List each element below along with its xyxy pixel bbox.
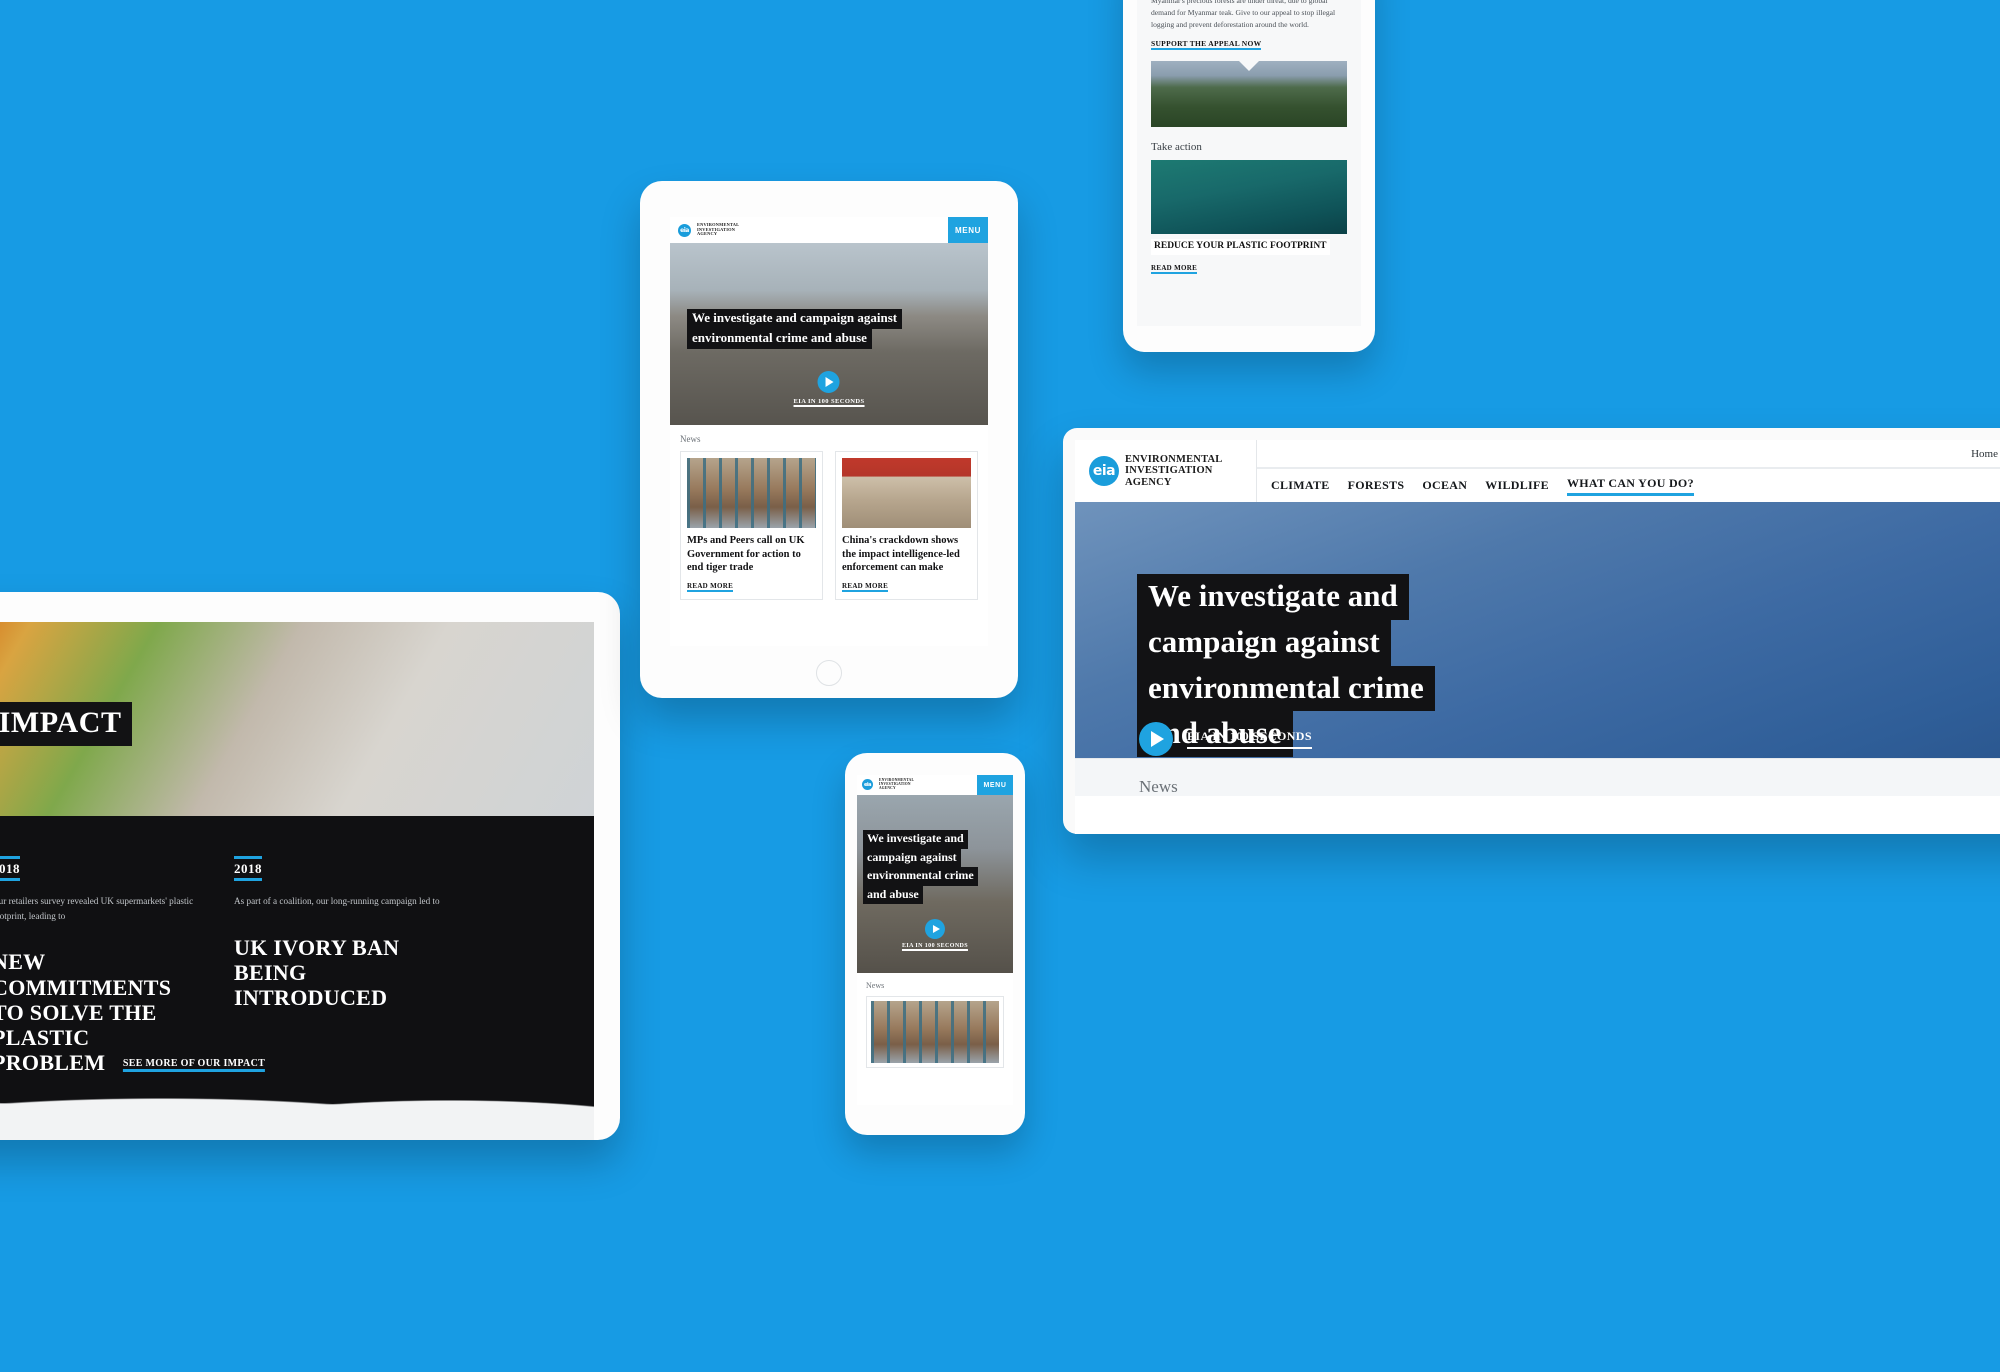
see-more-impact-link[interactable]: SEE MORE OF OUR IMPACT: [122, 1053, 266, 1072]
desktop-screen: eia ENVIRONMENTAL INVESTIGATION AGENCY H…: [1075, 440, 2000, 834]
utility-nav-home[interactable]: Home: [1971, 448, 1998, 460]
appeal-cta[interactable]: SUPPORT THE APPEAL NOW: [1151, 30, 1347, 51]
tablet-hero-video[interactable]: We investigate and campaign against envi…: [670, 243, 988, 425]
news-card-title: China's crackdown shows the impact intel…: [842, 535, 960, 574]
appeal-phone-screen: PROTECT MYANMAR'S FOREST Myanmar's preci…: [1137, 0, 1361, 326]
tablet-news-label: News: [680, 434, 701, 444]
appeal-body-text: Myanmar's precious forests are under thr…: [1151, 0, 1336, 29]
phone-news-section: News: [857, 973, 1013, 1068]
tablet-device: eia ENVIRONMENTAL INVESTIGATION AGENCY M…: [640, 181, 1018, 698]
desktop-hero-video[interactable]: We investigate and campaign against envi…: [1075, 502, 2000, 796]
desktop-news-section: News: [1075, 758, 2000, 796]
impact-card-headline: UK IVORY BAN BEING INTRODUCED: [234, 934, 400, 1010]
phone-device: eia ENVIRONMENTAL INVESTIGATION AGENCY M…: [845, 753, 1025, 1135]
desktop-news-label: News: [1139, 777, 1178, 796]
phone-video-cta[interactable]: EIA IN 100 SECONDS: [901, 919, 969, 951]
play-icon[interactable]: [817, 371, 840, 393]
tablet-header: eia ENVIRONMENTAL INVESTIGATION AGENCY M…: [670, 217, 988, 243]
tablet-video-cta[interactable]: EIA IN 100 SECONDS: [793, 371, 865, 407]
news-card[interactable]: [866, 996, 1004, 1068]
tablet-video-label: EIA IN 100 SECONDS: [793, 398, 865, 407]
take-action-card[interactable]: REDUCE YOUR PLASTIC FOOTPRINT READ MORE: [1151, 160, 1347, 275]
impact-card-year: 2018: [234, 856, 262, 881]
site-logo[interactable]: eia ENVIRONMENTAL INVESTIGATION AGENCY: [670, 222, 740, 237]
take-action-read-more[interactable]: READ MORE: [1151, 264, 1198, 274]
take-action-card-title: REDUCE YOUR PLASTIC FOOTPRINT: [1151, 239, 1330, 255]
news-card-title: MPs and Peers call on UK Government for …: [687, 535, 805, 574]
nav-item-ocean[interactable]: OCEAN: [1422, 478, 1467, 493]
impact-card-description: Our retailers survey revealed UK superma…: [0, 896, 194, 921]
phone-video-label: EIA IN 100 SECONDS: [901, 943, 969, 951]
tablet-screen: eia ENVIRONMENTAL INVESTIGATION AGENCY M…: [670, 217, 988, 646]
nav-item-wildlife[interactable]: WILDLIFE: [1485, 478, 1549, 493]
impact-card[interactable]: 2018 As part of a coalition, our long-ru…: [234, 856, 466, 1075]
impact-screen: OUR IMPACT estigation finds outlawed CFC…: [0, 622, 594, 1140]
news-card-read-more[interactable]: READ MORE: [687, 582, 734, 592]
impact-card-grid: estigation finds outlawed CFC-11 being u…: [0, 816, 594, 1075]
impact-card[interactable]: 2018 Our retailers survey revealed UK su…: [0, 856, 224, 1075]
take-action-label: Take action: [1151, 141, 1202, 154]
impact-banner-image: OUR IMPACT: [0, 622, 594, 816]
eia-logo-mark: eia: [862, 779, 873, 791]
tablet-home-button[interactable]: [816, 660, 842, 686]
impact-card-year: 2018: [0, 856, 20, 881]
phone-header: eia ENVIRONMENTAL INVESTIGATION AGENCY M…: [857, 775, 1013, 795]
callout-notch: [1238, 60, 1260, 72]
brush-stroke-divider: [0, 1086, 594, 1140]
desktop-video-cta[interactable]: EIA IN 100 SECONDS: [1139, 722, 1312, 756]
impact-card-description: As part of a coalition, our long-running…: [234, 896, 440, 906]
eia-logo-wordmark: ENVIRONMENTAL INVESTIGATION AGENCY: [697, 222, 740, 237]
play-triangle: [825, 377, 834, 387]
news-card-read-more[interactable]: READ MORE: [842, 582, 889, 592]
eia-logo-mark: eia: [1089, 456, 1119, 486]
mockup-showcase-canvas: OUR IMPACT estigation finds outlawed CFC…: [0, 0, 2000, 1372]
news-card-thumbnail: [842, 458, 971, 528]
nav-item-what-can-you-do[interactable]: WHAT CAN YOU DO?: [1566, 476, 1694, 496]
play-icon[interactable]: [1139, 722, 1173, 756]
tablet-news-card-list: MPs and Peers call on UK Government for …: [680, 451, 978, 600]
tablet-hero-headline: We investigate and campaign against envi…: [687, 309, 903, 349]
news-card[interactable]: China's crackdown shows the impact intel…: [835, 451, 978, 600]
appeal-phone-device: PROTECT MYANMAR'S FOREST Myanmar's preci…: [1123, 0, 1375, 352]
tablet-menu-button[interactable]: MENU: [948, 217, 988, 243]
play-triangle: [932, 925, 940, 933]
phone-hero-video[interactable]: We investigate and campaign against envi…: [857, 795, 1013, 973]
appeal-cta-label: SUPPORT THE APPEAL NOW: [1151, 39, 1262, 51]
nav-item-forests[interactable]: FORESTS: [1348, 478, 1405, 493]
news-card-thumbnail: [871, 1001, 999, 1063]
site-logo[interactable]: eia ENVIRONMENTAL INVESTIGATION AGENCY: [857, 778, 915, 791]
phone-menu-button[interactable]: MENU: [977, 775, 1013, 795]
appeal-hero-image: [1151, 60, 1347, 128]
tablet-news-section: News MPs and Peers call on UK Government…: [670, 425, 988, 600]
phone-news-label: News: [866, 981, 885, 990]
nav-item-climate[interactable]: CLIMATE: [1271, 478, 1330, 493]
eia-logo-mark: eia: [678, 223, 691, 237]
desktop-device: eia ENVIRONMENTAL INVESTIGATION AGENCY H…: [1063, 428, 2000, 834]
news-card-thumbnail: [687, 458, 816, 528]
site-logo[interactable]: eia ENVIRONMENTAL INVESTIGATION AGENCY: [1075, 440, 1257, 502]
desktop-video-label: EIA IN 100 SECONDS: [1187, 729, 1312, 749]
impact-page-title: OUR IMPACT: [0, 702, 132, 746]
eia-logo: eia ENVIRONMENTAL INVESTIGATION AGENCY: [1089, 454, 1223, 488]
eia-logo-wordmark: ENVIRONMENTAL INVESTIGATION AGENCY: [879, 778, 915, 790]
take-action-card-image: [1151, 160, 1347, 235]
phone-screen: eia ENVIRONMENTAL INVESTIGATION AGENCY M…: [857, 775, 1013, 1105]
eia-logo-wordmark: ENVIRONMENTAL INVESTIGATION AGENCY: [1125, 454, 1223, 488]
impact-tablet-device: OUR IMPACT estigation finds outlawed CFC…: [0, 592, 620, 1140]
play-icon[interactable]: [925, 919, 945, 939]
phone-hero-headline: We investigate and campaign against envi…: [863, 830, 978, 905]
see-more-impact-label: SEE MORE OF OUR IMPACT: [122, 1058, 266, 1072]
play-triangle: [1151, 731, 1164, 747]
news-card[interactable]: MPs and Peers call on UK Government for …: [680, 451, 823, 600]
